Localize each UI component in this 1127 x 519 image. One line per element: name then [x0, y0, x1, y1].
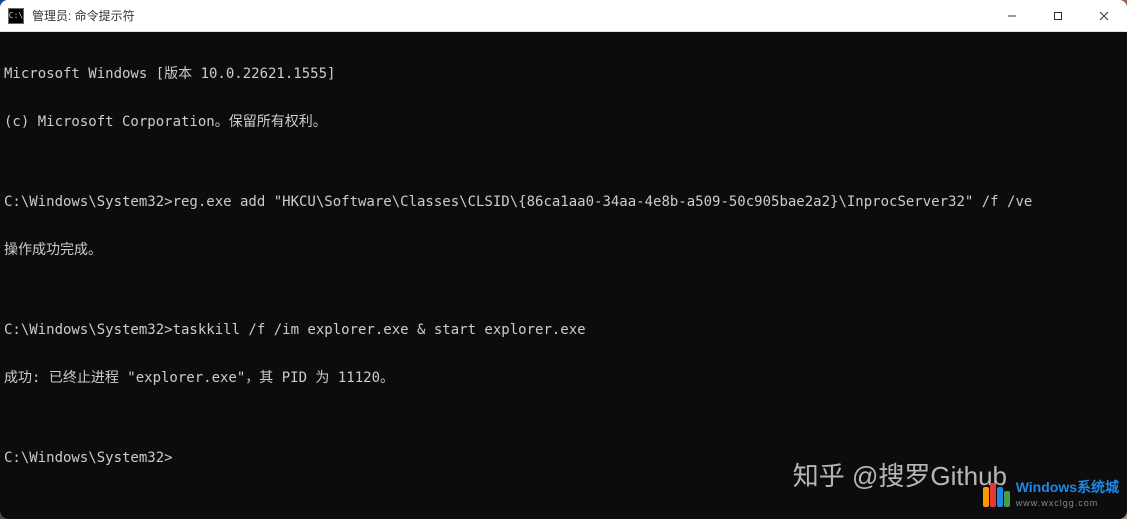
watermark-zhihu: 知乎 @搜罗Github	[793, 468, 1007, 484]
window-controls	[989, 0, 1127, 31]
maximize-button[interactable]	[1035, 0, 1081, 31]
terminal-line: Microsoft Windows [版本 10.0.22621.1555]	[4, 66, 1123, 82]
site-name: Windows系统城	[1016, 479, 1119, 495]
cmd-window: C:\ 管理员: 命令提示符 Microsoft Windows [版本 10.…	[0, 0, 1127, 519]
terminal-line: C:\Windows\System32>reg.exe add "HKCU\So…	[4, 194, 1123, 210]
terminal-line: 操作成功完成。	[4, 242, 1123, 258]
watermark-text: Windows系统城 www.wxclgg.com	[1016, 479, 1119, 511]
terminal-line: (c) Microsoft Corporation。保留所有权利。	[4, 114, 1123, 130]
terminal-output[interactable]: Microsoft Windows [版本 10.0.22621.1555] (…	[0, 32, 1127, 519]
window-title: 管理员: 命令提示符	[32, 7, 989, 24]
terminal-line: C:\Windows\System32>taskkill /f /im expl…	[4, 322, 1123, 338]
site-url: www.wxclgg.com	[1016, 495, 1119, 511]
cmd-icon: C:\	[8, 8, 24, 24]
close-button[interactable]	[1081, 0, 1127, 31]
titlebar[interactable]: C:\ 管理员: 命令提示符	[0, 0, 1127, 32]
site-logo-icon	[983, 483, 1010, 507]
minimize-button[interactable]	[989, 0, 1035, 31]
terminal-line: 成功: 已终止进程 "explorer.exe"，其 PID 为 11120。	[4, 370, 1123, 386]
watermark-site: Windows系统城 www.wxclgg.com	[983, 479, 1119, 511]
